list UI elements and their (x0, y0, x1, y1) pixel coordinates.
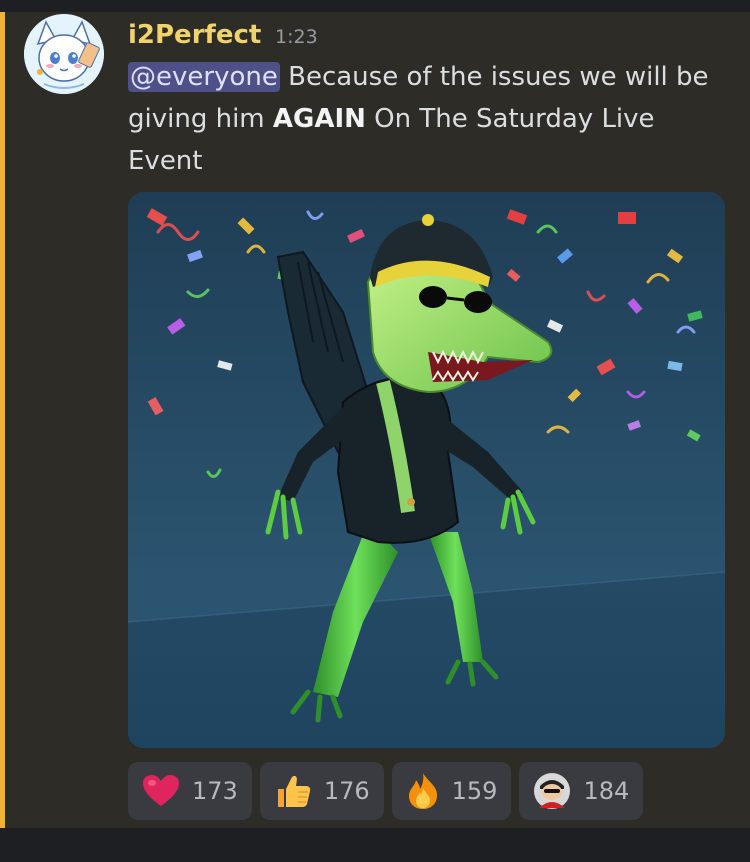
username[interactable]: i2Perfect (128, 20, 261, 50)
bottom-divider (0, 828, 750, 862)
chat-message: i2Perfect 1:23 @everyone Because of the … (0, 12, 750, 828)
reaction-heart[interactable]: 173 (128, 762, 252, 820)
avatar-image-icon (24, 14, 104, 94)
message-content: @everyone Because of the issues we will … (128, 56, 728, 182)
reaction-count: 159 (451, 777, 498, 805)
reaction-fire[interactable]: 159 (391, 762, 512, 820)
reaction-count: 184 (583, 777, 630, 805)
reaction-thumbs-up[interactable]: 176 (259, 762, 384, 820)
message-timestamp[interactable]: 1:23 (275, 25, 318, 49)
reaction-count: 176 (323, 777, 370, 805)
heart-icon (143, 775, 179, 806)
message-text-bold: AGAIN (272, 104, 366, 134)
user-avatar[interactable] (24, 14, 104, 94)
everyone-mention[interactable]: @everyone (128, 62, 280, 92)
mention-highlight-bar (0, 12, 5, 828)
thumbs-up-icon (277, 775, 311, 807)
custom-avatar-emoji-icon (534, 773, 571, 809)
reaction-count: 173 (192, 777, 238, 805)
top-divider (0, 0, 750, 12)
gator-character-image (128, 192, 725, 748)
image-attachment[interactable] (128, 192, 725, 748)
reactions-bar: 173 176 159 184 (128, 762, 644, 820)
fire-icon (408, 773, 437, 809)
reaction-custom-avatar[interactable]: 184 (519, 762, 644, 820)
